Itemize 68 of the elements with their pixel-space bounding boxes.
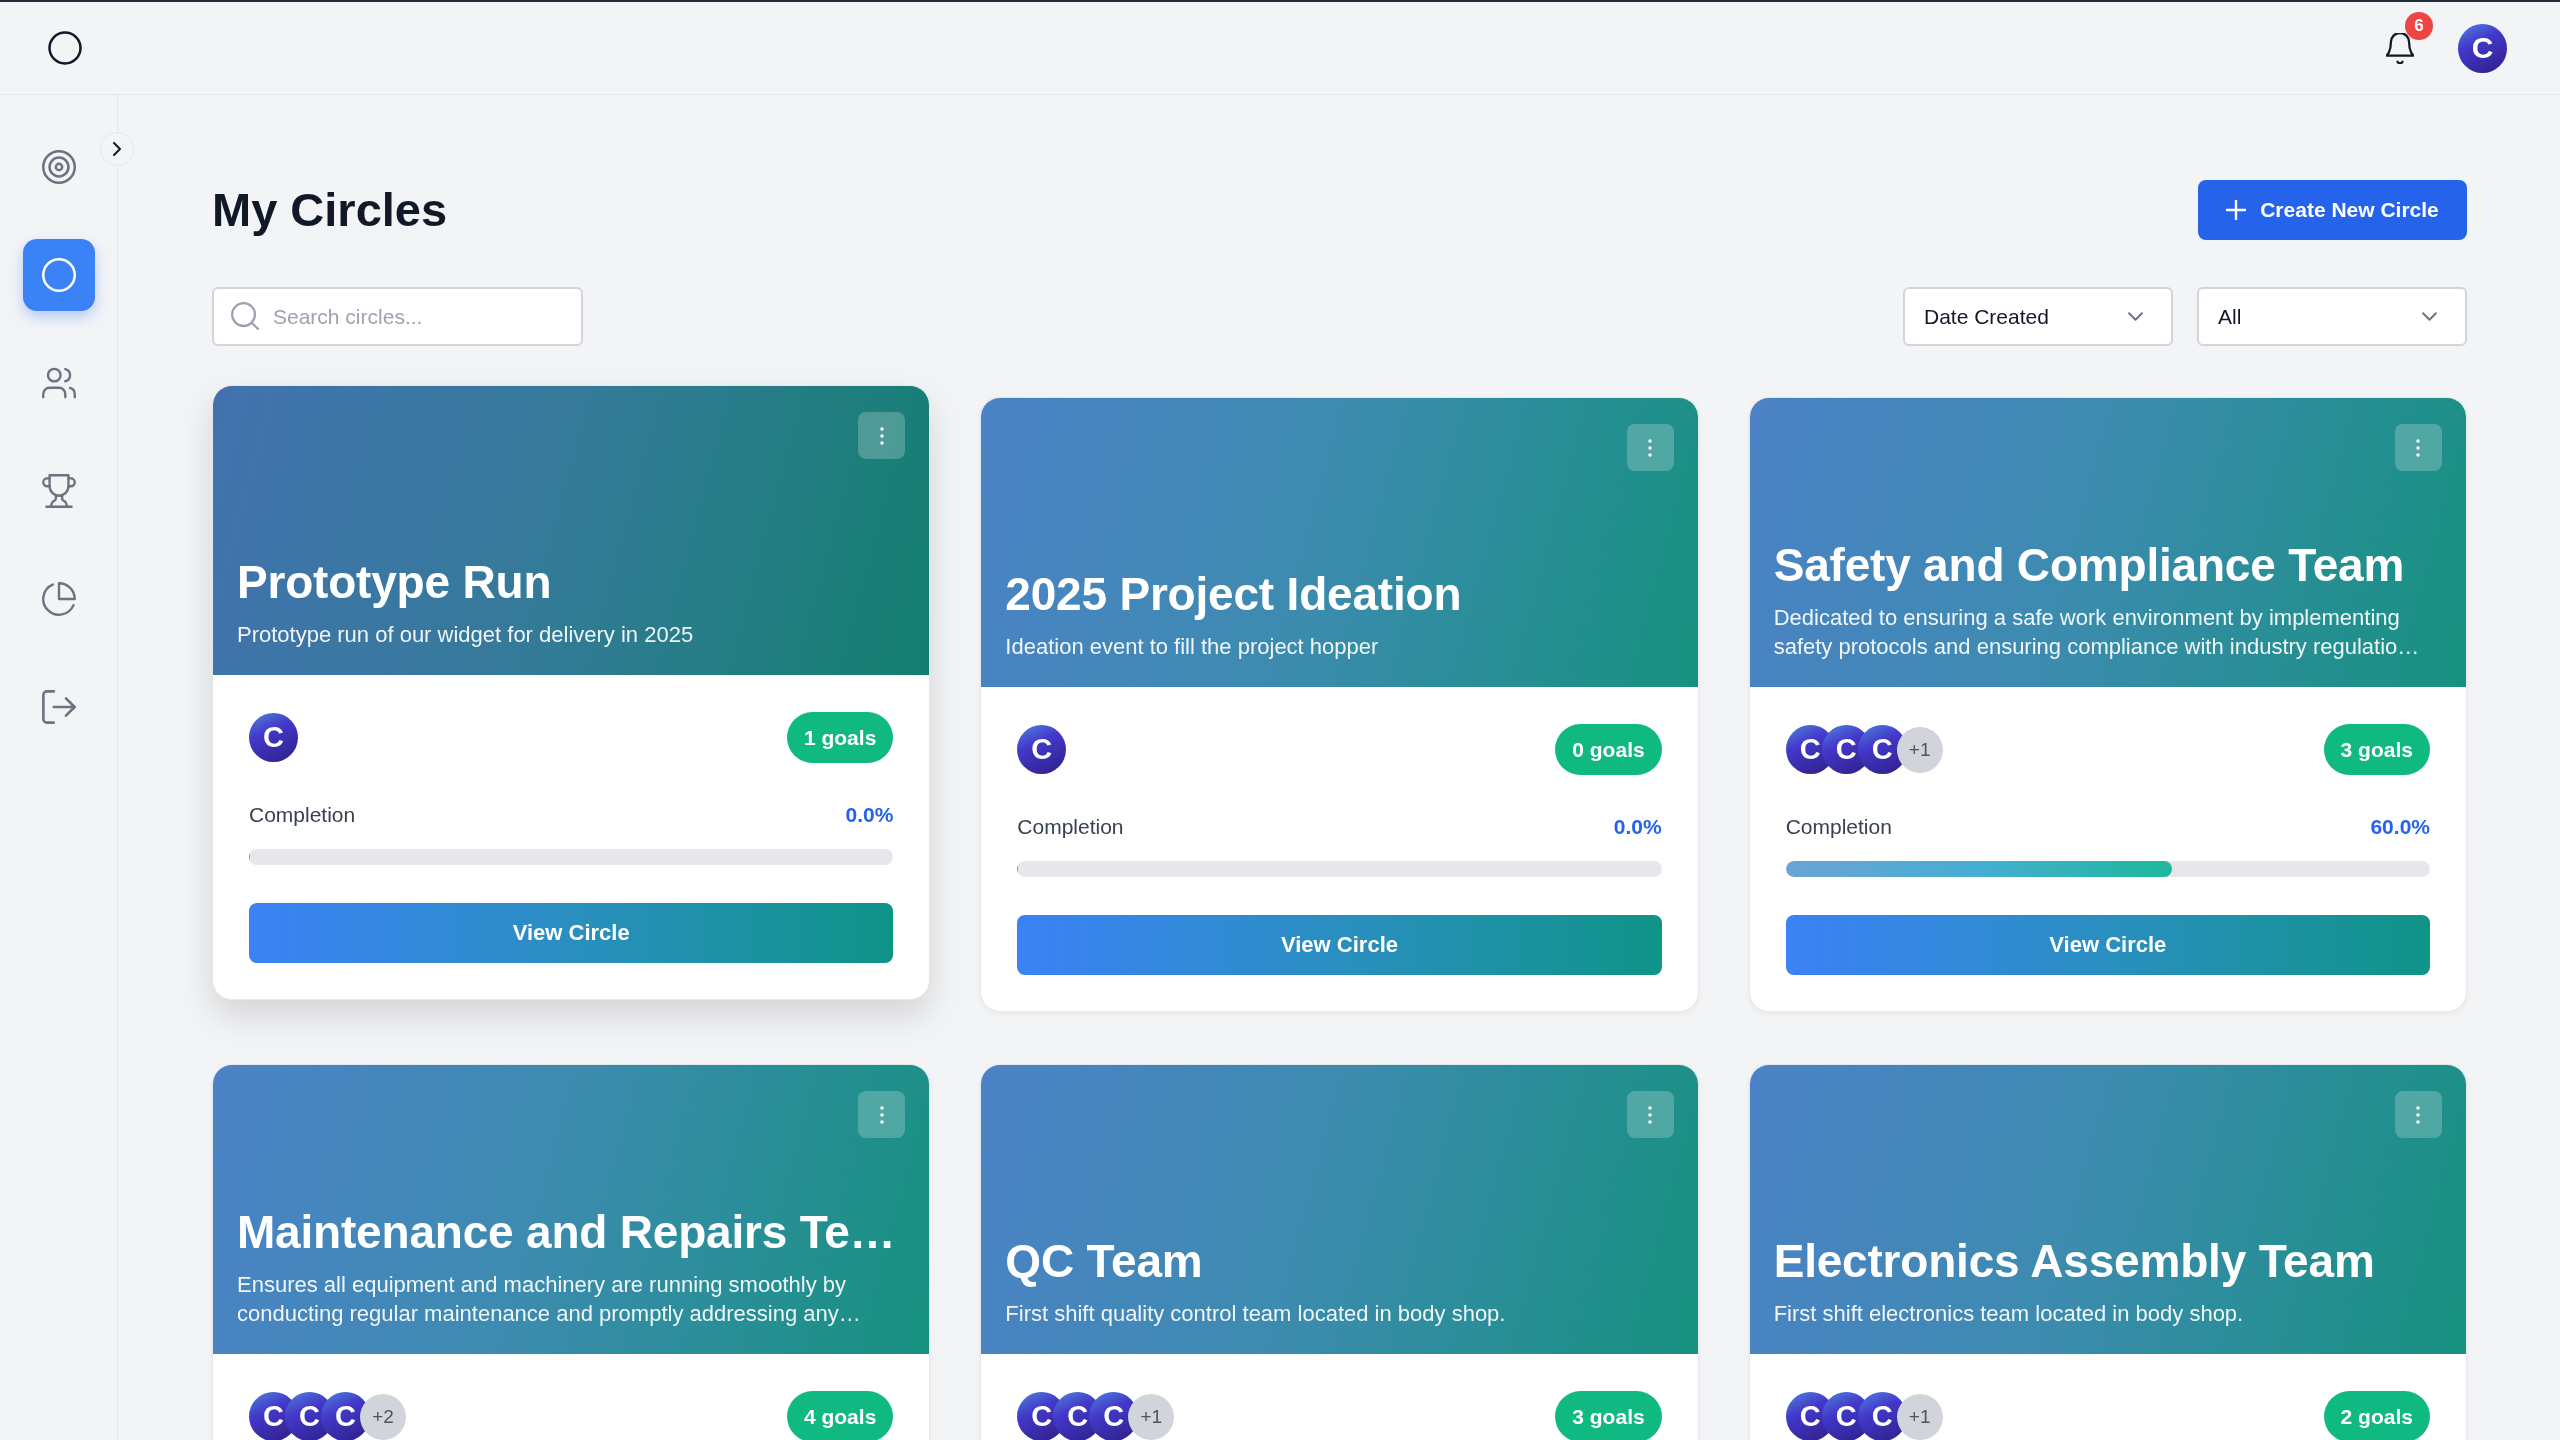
sidebar-nav-button[interactable] (22, 239, 95, 311)
circle-icon (41, 258, 76, 292)
circle-logo-icon[interactable] (48, 31, 82, 65)
vertical-dots-icon (1648, 438, 1653, 457)
bell-icon (2386, 32, 2414, 64)
chevron-right-icon (113, 142, 121, 156)
target-icon (41, 150, 76, 184)
search-field[interactable]: Search circles... (212, 287, 583, 346)
search-icon (231, 302, 259, 330)
completion-percentage: 60.0% (2370, 814, 2430, 839)
logout-icon (41, 690, 76, 724)
circle-title: Prototype Run (237, 554, 553, 610)
create-circle-button[interactable]: Create New Circle (2198, 180, 2467, 240)
vertical-dots-icon (879, 426, 884, 445)
plus-icon (2226, 200, 2247, 220)
trophy-icon (41, 474, 76, 508)
circle-description: First shift electronics team located in body shop. (1773, 1300, 2245, 1328)
vertical-dots-icon (2416, 1105, 2421, 1124)
vertical-dots-icon (2416, 438, 2421, 457)
circle-card[interactable]: Maintenance and Repairs Te… Ensures all equipment and machinery are running smoothly by conducting regular maintenance and promptly addressing any… C C C +2 4 goals (212, 1064, 931, 1440)
page-title: My Circles (212, 182, 448, 237)
view-circle-button[interactable]: View Circle (1785, 915, 2430, 975)
circle-card[interactable]: Prototype Run Prototype run of our widget for delivery in 2025 C 1 goals Completion 0.0% View Circle (212, 385, 931, 1000)
member-avatar: C (249, 713, 298, 762)
circle-card[interactable]: Safety and Compliance Team Dedicated to ensuring a safe work environment by implementing safety protocols and ensuring compliance with industry regulatio… C C C +1 3 goals Completion 60.0% View Circle (1748, 397, 2467, 1012)
chevron-down-icon (2422, 312, 2437, 321)
view-circle-button[interactable]: View Circle (1017, 915, 1662, 975)
goals-badge: 1 goals (786, 712, 894, 763)
users-icon (41, 366, 76, 400)
completion-label: Completion (249, 802, 356, 827)
notification-count-badge: 6 (2405, 11, 2433, 40)
circle-description: Dedicated to ensuring a safe work environment by implementing safety protocols and ensuring compliance with industry regulatio… (1773, 604, 2421, 661)
circle-title: QC Team (1005, 1233, 1204, 1289)
circle-title: Maintenance and Repairs Te… (237, 1204, 897, 1260)
goals-badge: 2 goals (2323, 1391, 2430, 1440)
more-members-count: +1 (1896, 1393, 1943, 1440)
notifications-button[interactable] (2386, 32, 2414, 64)
circle-description: Prototype run of our widget for delivery in 2025 (237, 621, 695, 649)
user-avatar[interactable]: C (2458, 23, 2507, 73)
member-avatar: C (1017, 725, 1067, 774)
goals-badge: 4 goals (786, 1391, 894, 1440)
more-members-count: +2 (360, 1393, 406, 1440)
completion-label: Completion (1017, 814, 1124, 839)
vertical-dots-icon (879, 1105, 884, 1124)
circle-card[interactable]: 2025 Project Ideation Ideation event to fill the project hopper C 0 goals Completion 0.0% View Circle (980, 397, 1699, 1012)
filter-dropdown[interactable]: All (2197, 287, 2467, 346)
pie-chart-icon (41, 582, 76, 616)
completion-percentage: 0.0% (1613, 814, 1662, 839)
circle-description: Ideation event to fill the project hopper (1005, 633, 1380, 661)
circle-card[interactable]: Electronics Assembly Team First shift electronics team located in body shop. C C C +1 2 goals (1748, 1064, 2467, 1440)
completion-label: Completion (1785, 814, 1892, 839)
circle-card[interactable]: QC Team First shift quality control team located in body shop. C C C +1 3 goals (980, 1064, 1699, 1440)
circle-title: Electronics Assembly Team (1773, 1233, 2376, 1289)
completion-percentage: 0.0% (845, 802, 894, 827)
sort-dropdown[interactable]: Date Created (1903, 287, 2173, 346)
goals-badge: 3 goals (2323, 724, 2430, 775)
circle-description: Ensures all equipment and machinery are running smoothly by conducting regular maintenance and promptly addressing any… (237, 1271, 862, 1328)
circle-title: Safety and Compliance Team (1773, 537, 2406, 593)
vertical-dots-icon (1648, 1105, 1653, 1124)
chevron-down-icon (2128, 312, 2143, 321)
goals-badge: 3 goals (1555, 1391, 1662, 1440)
more-members-count: +1 (1896, 726, 1943, 773)
circle-description: First shift quality control team located in body shop. (1005, 1300, 1507, 1328)
goals-badge: 0 goals (1555, 724, 1662, 775)
view-circle-button[interactable]: View Circle (249, 903, 894, 963)
more-members-count: +1 (1128, 1393, 1175, 1440)
sidebar-toggle-button[interactable] (100, 132, 134, 166)
circle-title: 2025 Project Ideation (1005, 566, 1463, 622)
